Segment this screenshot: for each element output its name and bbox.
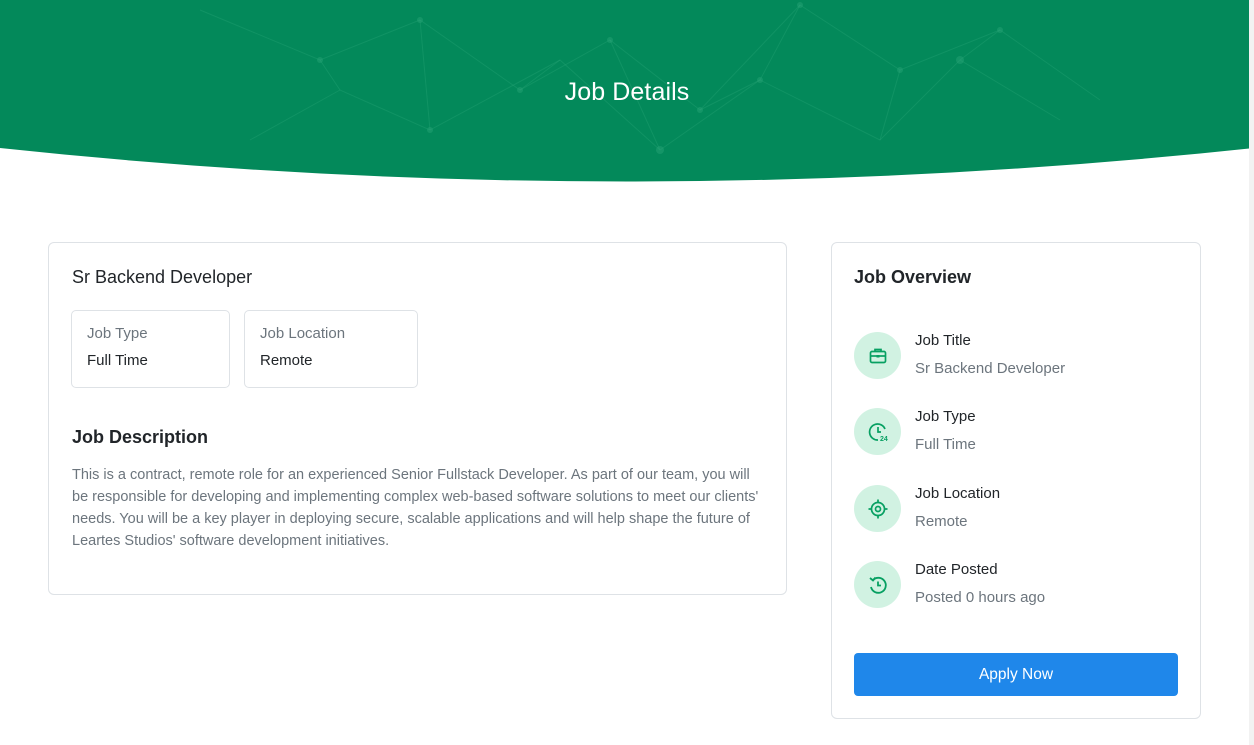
briefcase-icon bbox=[854, 332, 901, 379]
page-header-banner: Job Details bbox=[0, 0, 1254, 190]
scrollbar-track[interactable] bbox=[1249, 0, 1254, 745]
job-location-label: Job Location bbox=[260, 325, 346, 342]
clock-24-icon: 24 bbox=[854, 408, 901, 455]
overview-value: Posted 0 hours ago bbox=[915, 589, 1046, 606]
job-type-value: Full Time bbox=[87, 352, 148, 369]
job-overview-card: Job Overview Job Title Sr Backend Develo… bbox=[831, 242, 1201, 719]
job-type-box: Job Type Full Time bbox=[71, 310, 230, 388]
overview-label: Date Posted bbox=[915, 561, 998, 578]
job-location-value: Remote bbox=[260, 352, 313, 369]
history-icon bbox=[854, 561, 901, 608]
overview-item-job-type: 24 Job Type Full Time bbox=[854, 408, 1174, 458]
overview-item-job-location: Job Location Remote bbox=[854, 485, 1174, 535]
svg-text:24: 24 bbox=[880, 436, 888, 443]
overview-label: Job Location bbox=[915, 485, 1001, 502]
overview-value: Full Time bbox=[915, 436, 976, 453]
overview-value: Sr Backend Developer bbox=[915, 360, 1066, 377]
job-description-heading: Job Description bbox=[72, 427, 209, 447]
overview-label: Job Title bbox=[915, 332, 971, 349]
job-overview-heading: Job Overview bbox=[854, 267, 972, 287]
location-target-icon bbox=[854, 485, 901, 532]
job-details-card: Sr Backend Developer Job Type Full Time … bbox=[48, 242, 787, 595]
overview-value: Remote bbox=[915, 513, 968, 530]
job-description-text: This is a contract, remote role for an e… bbox=[72, 467, 759, 549]
apply-now-button[interactable]: Apply Now bbox=[854, 653, 1178, 696]
overview-label: Job Type bbox=[915, 408, 976, 425]
job-location-box: Job Location Remote bbox=[244, 310, 418, 388]
job-type-label: Job Type bbox=[87, 325, 148, 342]
overview-item-date-posted: Date Posted Posted 0 hours ago bbox=[854, 561, 1174, 611]
job-title: Sr Backend Developer bbox=[72, 267, 253, 287]
page-title: Job Details bbox=[564, 78, 690, 106]
overview-item-job-title: Job Title Sr Backend Developer bbox=[854, 332, 1174, 382]
